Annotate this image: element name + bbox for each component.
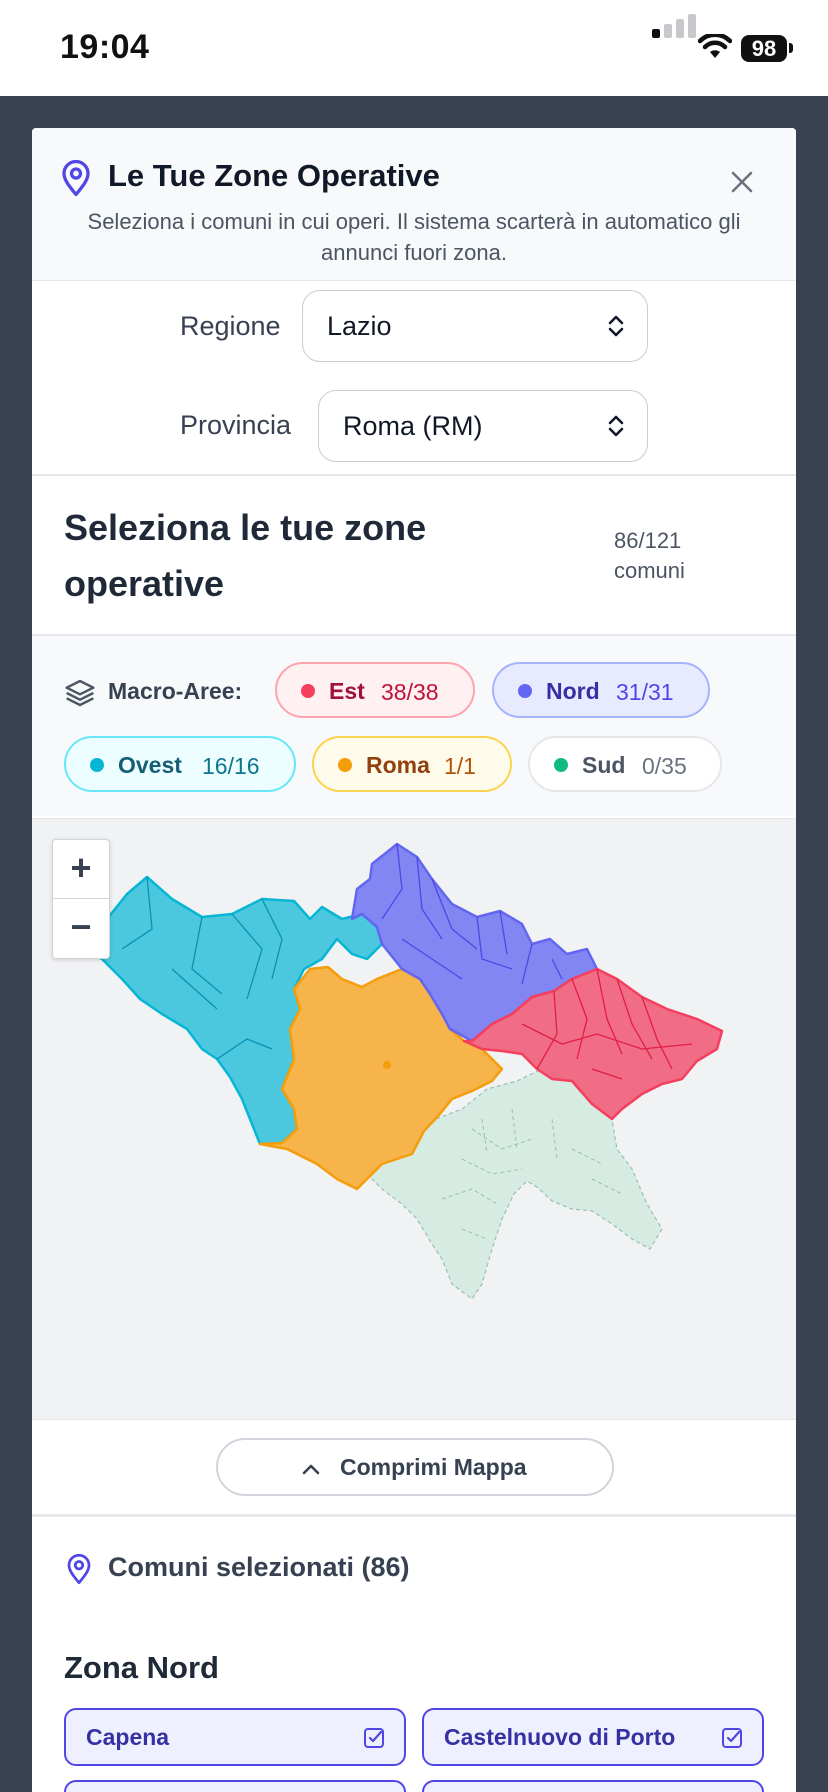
modal-subtitle: Seleziona i comuni in cui operi. Il sist… [87,209,741,265]
macro-pill-sud[interactable]: Sud 0/35 [528,736,722,792]
zoom-out-button[interactable]: − [53,899,109,957]
layers-icon [65,679,95,707]
chevron-updown-icon [608,415,624,437]
zoom-in-button[interactable]: + [53,840,109,898]
close-icon[interactable] [728,168,756,196]
pill-name: Ovest [118,752,182,778]
map-roma-center [383,1061,391,1069]
comune-chip[interactable]: Castelnuovo di Porto [422,1708,764,1766]
battery-level: 98 [741,35,787,62]
macro-pill-ovest[interactable]: Ovest 16/16 [64,736,296,792]
modal-title: Le Tue Zone Operative [108,158,440,193]
comune-chip-partial[interactable] [64,1780,406,1792]
pill-name: Sud [582,752,626,778]
comune-name: Capena [86,1724,170,1750]
region-label: Regione [180,311,281,341]
macro-pill-est[interactable]: Est 38/38 [275,662,475,718]
province-label: Provincia [180,410,292,440]
zones-modal: Le Tue Zone Operative Seleziona i comuni… [32,128,796,1792]
region-value: Lazio [327,311,392,341]
collapse-map-button[interactable]: Comprimi Mappa [216,1438,614,1496]
section-title: Seleziona le tue zone operative [64,507,427,604]
battery-tip [789,43,793,53]
map-canvas[interactable] [32,819,796,1419]
chevron-updown-icon [608,315,624,337]
selection-count: 86/121 comuni [614,526,685,586]
zones-map[interactable]: + − [32,818,796,1420]
roma-dot [338,758,352,772]
zoom-control: + − [52,839,110,959]
region-select[interactable]: Lazio [302,290,648,362]
divider [32,1514,796,1517]
sud-dot [554,758,568,772]
macro-pill-nord[interactable]: Nord 31/31 [492,662,710,718]
comune-chip-partial[interactable] [422,1780,764,1792]
macro-areas-label: Macro-Aree: [108,678,243,704]
wifi-icon [698,34,732,58]
map-pin-icon [62,159,90,197]
pill-count: 16/16 [202,753,260,779]
pill-count: 0/35 [642,753,687,779]
comune-chip[interactable]: Capena [64,1708,406,1766]
pill-name: Nord [546,678,600,704]
map-pin-icon [67,1553,91,1585]
macro-areas-bar: Macro-Aree: Est 38/38 Nord 31/31 Ovest 1… [32,636,796,816]
comune-name: Castelnuovo di Porto [444,1724,676,1750]
modal-header: Le Tue Zone Operative Seleziona i comuni… [32,128,796,281]
pill-count: 31/31 [616,679,674,705]
zone-title: Zona Nord [64,1650,219,1685]
selected-comuni-title: Comuni selezionati (86) [108,1552,410,1582]
pill-count: 38/38 [381,679,439,705]
count-unit: comuni [614,558,685,583]
count-value: 86/121 [614,528,682,553]
ovest-dot [90,758,104,772]
status-bar: 19:04 98 [0,0,828,96]
pill-name: Est [329,678,365,704]
province-value: Roma (RM) [343,411,483,441]
collapse-map-label: Comprimi Mappa [340,1454,527,1480]
province-select[interactable]: Roma (RM) [318,390,648,462]
checkbox-icon[interactable] [362,1726,386,1750]
status-time: 19:04 [60,28,150,66]
checkbox-icon[interactable] [720,1726,744,1750]
nord-dot [518,684,532,698]
est-dot [301,684,315,698]
chevron-up-icon [302,1464,320,1475]
pill-count: 1/1 [444,753,476,779]
pill-name: Roma [366,752,430,778]
macro-pill-roma[interactable]: Roma 1/1 [312,736,512,792]
divider [32,474,796,476]
